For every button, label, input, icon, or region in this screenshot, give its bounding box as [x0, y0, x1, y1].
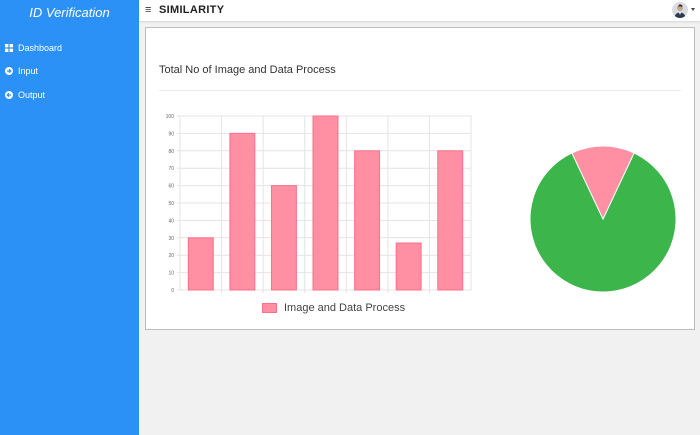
y-tick-label: 10 [168, 271, 174, 277]
y-tick-label: 60 [168, 184, 174, 190]
y-tick-label: 20 [168, 253, 174, 259]
top-bar: ≡ SIMILARITY [139, 0, 700, 21]
sidebar-item-input[interactable]: Input [0, 60, 139, 84]
arrow-circle-left-icon [5, 90, 13, 99]
bar[interactable] [437, 150, 464, 291]
sidebar-item-output[interactable]: Output [0, 83, 139, 107]
sidebar-item-label: Input [18, 66, 39, 77]
sidebar: ID Verification Dashboard Input Output [0, 0, 139, 435]
brand-title: ID Verification [29, 5, 110, 20]
chevron-down-icon[interactable] [691, 8, 695, 11]
grid-icon [5, 43, 13, 52]
page-title: SIMILARITY [159, 4, 225, 16]
pie-chart [529, 145, 677, 293]
legend-label: Image and Data Process [284, 302, 406, 314]
bar[interactable] [229, 132, 256, 291]
sidebar-item-dashboard[interactable]: Dashboard [0, 36, 139, 60]
legend-swatch [262, 303, 277, 313]
avatar[interactable] [672, 2, 688, 18]
bar[interactable] [395, 242, 422, 291]
y-tick-label: 80 [168, 149, 174, 155]
sidebar-item-label: Output [18, 89, 46, 100]
y-tick-label: 0 [171, 288, 174, 294]
divider [159, 90, 681, 91]
bar[interactable] [354, 150, 381, 291]
y-tick-label: 40 [168, 218, 174, 224]
bar[interactable] [270, 185, 297, 291]
y-tick-label: 90 [168, 131, 174, 137]
y-tick-label: 50 [168, 201, 174, 207]
user-avatar-icon [674, 4, 686, 18]
y-tick-label: 30 [168, 236, 174, 242]
chart-card: Total No of Image and Data Process 0 10 20… [145, 27, 695, 330]
y-tick-label: 70 [168, 166, 174, 172]
sidebar-item-label: Dashboard [18, 42, 63, 53]
arrow-circle-right-icon [5, 67, 13, 76]
hamburger-icon[interactable]: ≡ [145, 3, 151, 17]
bar[interactable] [187, 237, 214, 291]
sidebar-nav: Dashboard Input Output [0, 36, 139, 107]
chart-legend[interactable]: Image and Data Process [262, 302, 405, 314]
bar[interactable] [312, 115, 339, 291]
bar-chart: 0 10 20 30 40 50 60 70 80 90 100 [166, 114, 472, 294]
y-tick-label: 100 [166, 114, 175, 120]
card-title: Total No of Image and Data Process [159, 64, 336, 76]
